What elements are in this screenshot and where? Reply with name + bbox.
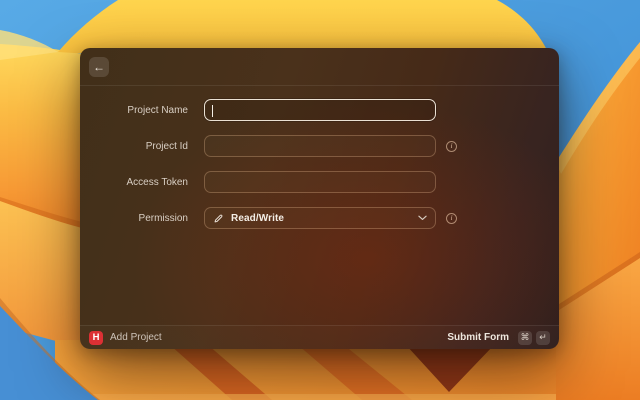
access-token-input[interactable] xyxy=(205,172,435,192)
return-key-icon: ↵ xyxy=(536,330,550,345)
project-name-label: Project Name xyxy=(127,104,188,116)
extension-icon-letter: H xyxy=(92,331,100,343)
submit-form-label: Submit Form xyxy=(447,332,509,343)
chevron-down-icon xyxy=(418,215,427,221)
submit-form-button[interactable]: Submit Form ⌘ ↵ xyxy=(447,330,550,345)
back-button[interactable]: ← xyxy=(89,56,109,77)
project-form: Project Name Project Id i Access Token P… xyxy=(80,86,559,229)
window-footer: H Add Project Submit Form ⌘ ↵ xyxy=(80,325,559,349)
project-id-info-icon[interactable]: i xyxy=(446,140,457,152)
form-row-access-token: Access Token xyxy=(80,171,559,193)
form-row-permission: Permission Read/Write i xyxy=(80,207,559,229)
command-key-icon: ⌘ xyxy=(518,330,532,345)
project-name-input[interactable] xyxy=(205,100,435,120)
access-token-field xyxy=(204,171,436,193)
form-row-project-id: Project Id i xyxy=(80,135,559,157)
text-cursor xyxy=(212,105,214,117)
permission-value: Read/Write xyxy=(231,212,285,224)
permission-info-icon[interactable]: i xyxy=(446,212,457,224)
access-token-label: Access Token xyxy=(126,176,188,188)
desktop: ← Project Name Project Id i Access Token xyxy=(0,0,640,400)
pencil-icon xyxy=(214,214,223,222)
extension-icon: H xyxy=(89,330,103,345)
add-project-window: ← Project Name Project Id i Access Token xyxy=(80,48,559,349)
command-title: Add Project xyxy=(110,332,162,343)
back-arrow-icon: ← xyxy=(93,59,105,74)
project-id-input[interactable] xyxy=(205,136,435,156)
form-row-project-name: Project Name xyxy=(80,99,559,121)
project-id-field xyxy=(204,135,436,157)
permission-label: Permission xyxy=(138,212,188,224)
project-name-field xyxy=(204,99,436,121)
project-id-label: Project Id xyxy=(145,140,188,152)
window-header: ← xyxy=(80,48,559,86)
permission-select[interactable]: Read/Write xyxy=(204,207,436,229)
